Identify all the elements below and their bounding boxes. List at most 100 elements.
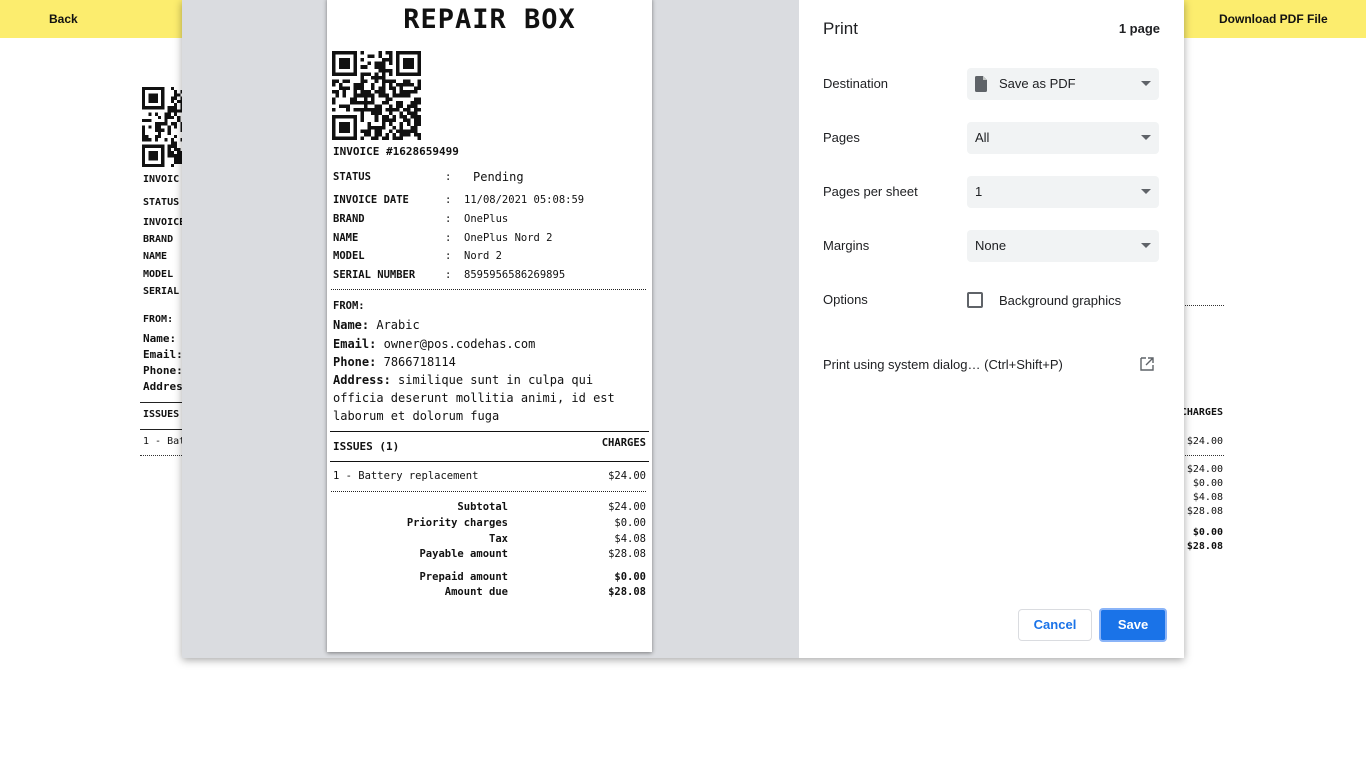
bg-label: NAME	[143, 251, 168, 262]
field-sep: :	[445, 250, 452, 262]
from-label: FROM:	[333, 300, 365, 312]
bg-label: Email:	[143, 348, 183, 361]
bg-divider	[140, 402, 184, 403]
field-key: BRAND	[333, 213, 365, 225]
divider	[330, 461, 649, 462]
qr-code	[332, 51, 421, 140]
from-phone: Phone: 7866718114	[333, 355, 456, 369]
chevron-down-icon	[1141, 81, 1151, 86]
name-label: Name:	[333, 318, 370, 332]
amount-due-value: $28.08	[608, 586, 646, 598]
field-value: Nord 2	[464, 250, 502, 262]
field-value: OnePlus Nord 2	[464, 232, 553, 244]
from-email: Email: owner@pos.codehas.com	[333, 337, 535, 351]
field-row-name: NAME : OnePlus Nord 2	[333, 232, 643, 246]
divider	[331, 289, 646, 290]
issues-header: ISSUES (1)	[333, 440, 400, 453]
issue-item: 1 - Battery replacement	[333, 470, 479, 482]
margins-select[interactable]: None	[967, 230, 1159, 262]
tax-label: Tax	[489, 533, 508, 545]
chevron-down-icon	[1141, 135, 1151, 140]
destination-value: Save as PDF	[999, 76, 1076, 91]
pages-per-sheet-select[interactable]: 1	[967, 176, 1159, 208]
receipt-page: REPAIR BOX INVOICE #1628659499 STATUS : …	[327, 0, 652, 652]
priority-value: $0.00	[614, 517, 646, 529]
field-sep: :	[445, 213, 452, 225]
field-sep: :	[445, 269, 452, 281]
margins-label: Margins	[823, 238, 870, 253]
bg-total: $24.00	[1186, 464, 1223, 475]
bg-label: INVOICE	[143, 217, 186, 228]
field-value: 11/08/2021 05:08:59	[464, 194, 585, 206]
system-dialog-link[interactable]: Print using system dialog… (Ctrl+Shift+P…	[823, 357, 1063, 372]
amount-due-label: Amount due	[444, 586, 508, 598]
field-key: NAME	[333, 232, 359, 244]
field-key: SERIAL NUMBER	[333, 269, 416, 281]
background-graphics-label[interactable]: Background graphics	[999, 293, 1121, 308]
from-name: Name: Arabic	[333, 318, 420, 332]
prepaid-value: $0.00	[614, 571, 646, 583]
bg-label: Name:	[143, 332, 177, 345]
status-value: Pending	[473, 170, 524, 184]
pages-select[interactable]: All	[967, 122, 1159, 154]
prepaid-label: Prepaid amount	[419, 571, 508, 583]
address-label: Address:	[333, 373, 391, 387]
divider	[331, 491, 646, 492]
priority-label: Priority charges	[406, 517, 508, 529]
phone-value: 7866718114	[383, 355, 456, 369]
open-in-new-icon[interactable]	[1140, 357, 1154, 371]
destination-select[interactable]: Save as PDF	[967, 68, 1159, 100]
from-address: Address: similique sunt in culpa qui off…	[333, 371, 633, 425]
print-preview-area: REPAIR BOX INVOICE #1628659499 STATUS : …	[182, 0, 799, 658]
margins-value: None	[975, 238, 1007, 253]
name-value: Arabic	[376, 318, 420, 332]
field-row-serial: SERIAL NUMBER : 8595956586269895	[333, 269, 643, 283]
field-value: 8595956586269895	[464, 269, 566, 281]
print-dialog: REPAIR BOX INVOICE #1628659499 STATUS : …	[182, 0, 1184, 658]
print-settings-panel: Print 1 page Destination Save as PDF Pag…	[799, 0, 1184, 658]
divider	[330, 431, 649, 432]
bg-label: SERIAL	[143, 286, 180, 297]
invoice-number: INVOICE #1628659499	[333, 145, 459, 158]
pages-value: All	[975, 130, 990, 145]
bg-label: ISSUES	[143, 409, 180, 420]
bg-divider	[1180, 305, 1224, 306]
field-row-brand: BRAND : OnePlus	[333, 213, 643, 227]
field-key: MODEL	[333, 250, 365, 262]
phone-label: Phone:	[333, 355, 377, 369]
charges-header: CHARGES	[601, 437, 646, 449]
bg-label: BRAND	[143, 234, 174, 245]
receipt-title: REPAIR BOX	[403, 4, 576, 35]
subtotal-label: Subtotal	[457, 501, 508, 513]
bg-total: $0.00	[1192, 478, 1223, 489]
bg-divider	[140, 429, 184, 430]
pages-per-sheet-label: Pages per sheet	[823, 184, 918, 199]
bg-divider	[1180, 455, 1224, 456]
tax-value: $4.08	[614, 533, 646, 545]
email-label: Email:	[333, 337, 377, 351]
field-row-invoice-date: INVOICE DATE : 11/08/2021 05:08:59	[333, 194, 643, 208]
save-button[interactable]: Save	[1099, 608, 1167, 642]
pages-label: Pages	[823, 130, 860, 145]
document-icon	[975, 76, 987, 92]
background-graphics-checkbox[interactable]	[967, 292, 983, 308]
chevron-down-icon	[1141, 243, 1151, 248]
bg-total: $28.08	[1186, 541, 1223, 552]
cancel-button[interactable]: Cancel	[1018, 609, 1092, 641]
field-sep: :	[445, 232, 452, 244]
chevron-down-icon	[1141, 189, 1151, 194]
bg-label: Phone:	[143, 364, 183, 377]
bg-total: $4.08	[1192, 492, 1223, 503]
download-pdf-button[interactable]: Download PDF File	[1219, 0, 1328, 38]
print-title: Print	[823, 19, 858, 38]
issue-amount: $24.00	[608, 470, 646, 482]
back-button[interactable]: Back	[49, 0, 78, 38]
field-key: STATUS	[333, 171, 371, 183]
payable-label: Payable amount	[419, 548, 508, 560]
field-row-status: STATUS : Pending	[333, 170, 643, 187]
bg-issue-amount: $24.00	[1186, 436, 1223, 447]
bg-charges-header: CHARGES	[1180, 407, 1223, 418]
bg-label: Addres	[143, 380, 183, 393]
destination-label: Destination	[823, 76, 889, 91]
bg-label: STATUS	[143, 197, 180, 208]
